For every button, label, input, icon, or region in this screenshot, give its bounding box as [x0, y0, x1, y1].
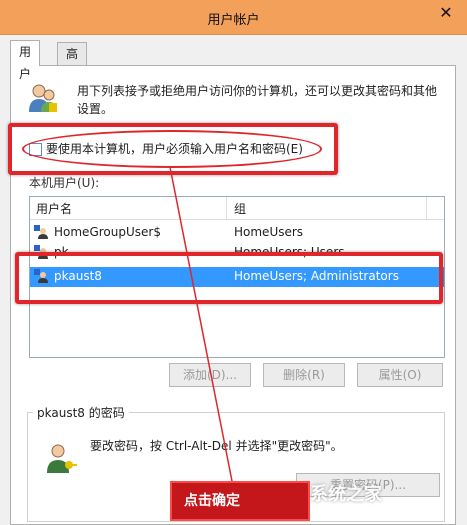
row-username: HomeGroupUser$ [54, 225, 161, 239]
description-text: 用下列表接予或拒绝用户访问你的计算机，还可以更改其密码和其他设置。 [77, 84, 438, 116]
properties-button[interactable]: 属性(O) [357, 363, 443, 387]
tab-advanced[interactable]: 高级 [57, 42, 88, 83]
tab-users[interactable]: 用户 [10, 40, 41, 81]
close-icon[interactable]: ✕ [431, 2, 461, 24]
key-user-icon [47, 444, 77, 473]
local-users-label: 本机用户(U): [29, 176, 100, 190]
password-hint: 要改密码，按 Ctrl-Alt-Del 并选择"更改密码"。 [90, 439, 343, 453]
list-header: 用户名 组 [30, 197, 444, 220]
annotation-highlight-row [15, 252, 443, 304]
annotation-oval [22, 130, 322, 168]
window-title: 用户帐户 [207, 13, 260, 28]
watermark-logo: 系统之家 [310, 484, 382, 505]
password-group-title: pkaust8 的密码 [33, 404, 129, 421]
title-bar: 用户帐户 ✕ [0, 0, 467, 35]
column-header-username[interactable]: 用户名 [36, 200, 72, 217]
row-group: HomeUsers [234, 225, 304, 239]
add-button[interactable]: 添加(D)... [169, 363, 251, 387]
column-header-group[interactable]: 组 [234, 200, 246, 217]
annotation-label: 点击确定 [170, 481, 310, 521]
column-divider [226, 197, 227, 219]
user-icon [34, 225, 48, 239]
users-icon [29, 84, 57, 112]
table-row[interactable]: HomeGroupUser$ HomeUsers [30, 223, 444, 243]
column-divider [426, 197, 427, 219]
remove-button[interactable]: 删除(R) [263, 363, 345, 387]
